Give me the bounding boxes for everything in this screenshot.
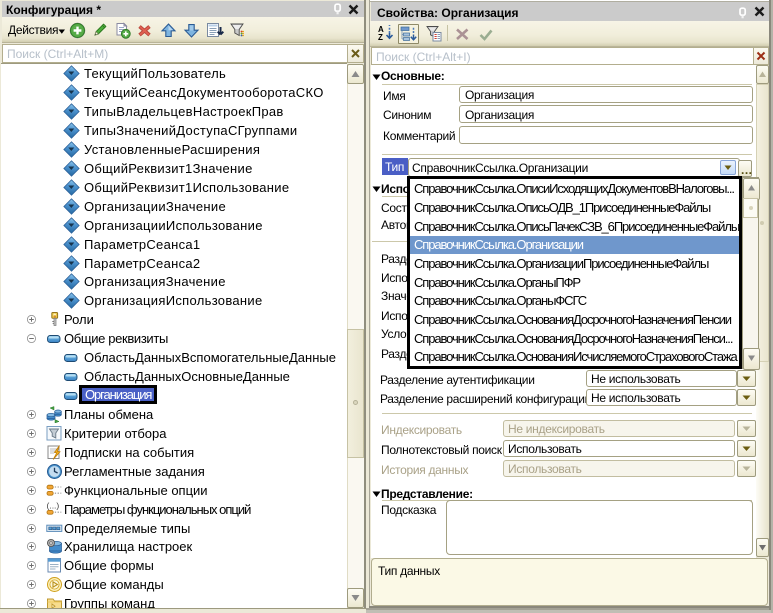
svg-text:Z: Z (378, 33, 383, 41)
svg-text:(...): (...) (47, 501, 60, 511)
